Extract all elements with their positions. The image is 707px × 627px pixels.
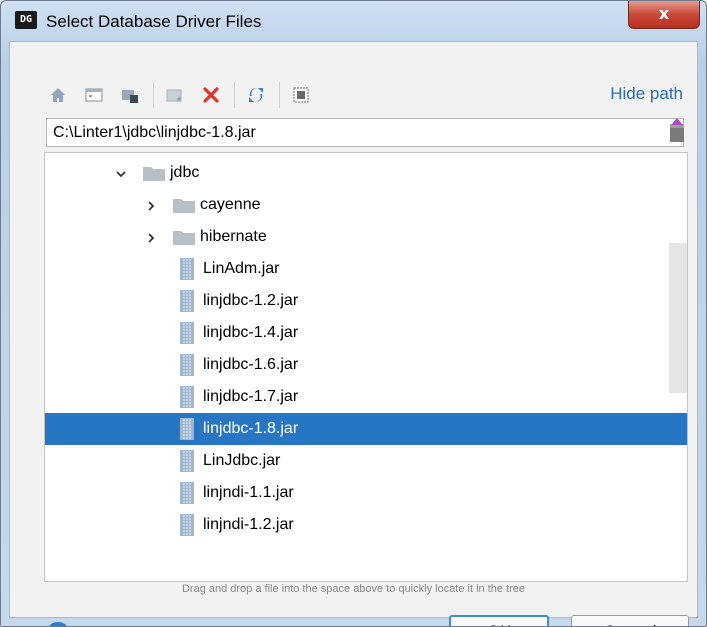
tree-row[interactable]: linjdbc-1.8.jar (45, 413, 687, 445)
jar-file-icon (180, 258, 194, 280)
tree-row[interactable]: linjdbc-1.2.jar (45, 285, 687, 317)
tree-row[interactable]: cayenne (45, 189, 687, 221)
tree-row-label: linjdbc-1.2.jar (203, 292, 299, 309)
dialog-body: Hide path jdbccayenne hibernate LinAdm.jar… (9, 41, 698, 626)
tree-row-label: linjndi-1.2.jar (203, 516, 294, 533)
tree-row-label: linjdbc-1.6.jar (203, 356, 299, 373)
jar-file-icon (180, 290, 194, 312)
folder-icon (143, 165, 165, 181)
toolbar-separator (153, 82, 154, 108)
app-logo-icon: DG (15, 11, 37, 29)
tree-row[interactable]: linjdbc-1.6.jar (45, 349, 687, 381)
jar-file-icon (180, 514, 194, 536)
desktop-icon[interactable] (81, 82, 107, 108)
tree-row-label: LinJdbc.jar (203, 452, 281, 469)
ok-button[interactable]: OK (449, 615, 549, 626)
tree-row-label: hibernate (200, 228, 267, 245)
toolbar-separator (234, 82, 235, 108)
jar-file-icon (180, 482, 194, 504)
tree-row[interactable]: linjdbc-1.7.jar (45, 381, 687, 413)
show-hidden-icon[interactable] (288, 82, 314, 108)
file-tree[interactable]: jdbc cayenne hibernate LinAdm.jar linjdbc-1.… (44, 152, 688, 582)
cancel-button[interactable]: Cancel (571, 615, 689, 626)
tree-row[interactable]: LinJdbc.jar (45, 445, 687, 477)
delete-icon[interactable] (198, 82, 224, 108)
window-title: Select Database Driver Files (46, 12, 262, 31)
home-icon[interactable] (45, 82, 71, 108)
tree-row-label: linjdbc-1.8.jar (203, 420, 299, 437)
path-input[interactable] (46, 118, 684, 147)
tree-row[interactable]: hibernate (45, 221, 687, 253)
tree-row-label: cayenne (200, 196, 261, 213)
refresh-icon[interactable] (243, 82, 269, 108)
jar-file-icon (180, 418, 194, 440)
toolbar-separator (279, 82, 280, 108)
help-icon[interactable]: ? (46, 622, 70, 626)
jar-file-icon (180, 450, 194, 472)
tree-row[interactable]: linjdbc-1.4.jar (45, 317, 687, 349)
toolbar (45, 80, 324, 110)
tree-row[interactable]: jdbc (45, 157, 687, 189)
drag-drop-hint: Drag and drop a file into the space abov… (181, 583, 526, 595)
chevron-down-icon[interactable] (115, 167, 127, 179)
jar-file-icon (180, 354, 194, 376)
tree-row[interactable]: linjndi-1.1.jar (45, 477, 687, 509)
tree-row-label: linjndi-1.1.jar (203, 484, 294, 501)
chevron-right-icon[interactable] (145, 231, 157, 243)
tree-row[interactable]: LinAdm.jar (45, 253, 687, 285)
jar-file-icon (180, 322, 194, 344)
tree-row-label: LinAdm.jar (203, 260, 280, 277)
folder-icon (173, 197, 195, 213)
title-bar[interactable]: DG Select Database Driver Files x (1, 1, 706, 41)
dialog-window: DG Select Database Driver Files x Hide p… (0, 0, 707, 627)
tree-row[interactable]: linjndi-1.2.jar (45, 509, 687, 541)
new-folder-icon[interactable] (162, 82, 188, 108)
folder-icon (173, 229, 195, 245)
hide-path-link[interactable]: Hide path (610, 84, 683, 104)
project-icon[interactable] (117, 82, 143, 108)
close-button[interactable]: x (628, 1, 700, 29)
jar-file-icon (180, 386, 194, 408)
tree-row-label: linjdbc-1.7.jar (203, 388, 299, 405)
tree-row-label: jdbc (170, 164, 200, 181)
tree-row-label: linjdbc-1.4.jar (203, 324, 299, 341)
bookmark-path-icon[interactable] (667, 118, 687, 144)
chevron-right-icon[interactable] (145, 199, 157, 211)
